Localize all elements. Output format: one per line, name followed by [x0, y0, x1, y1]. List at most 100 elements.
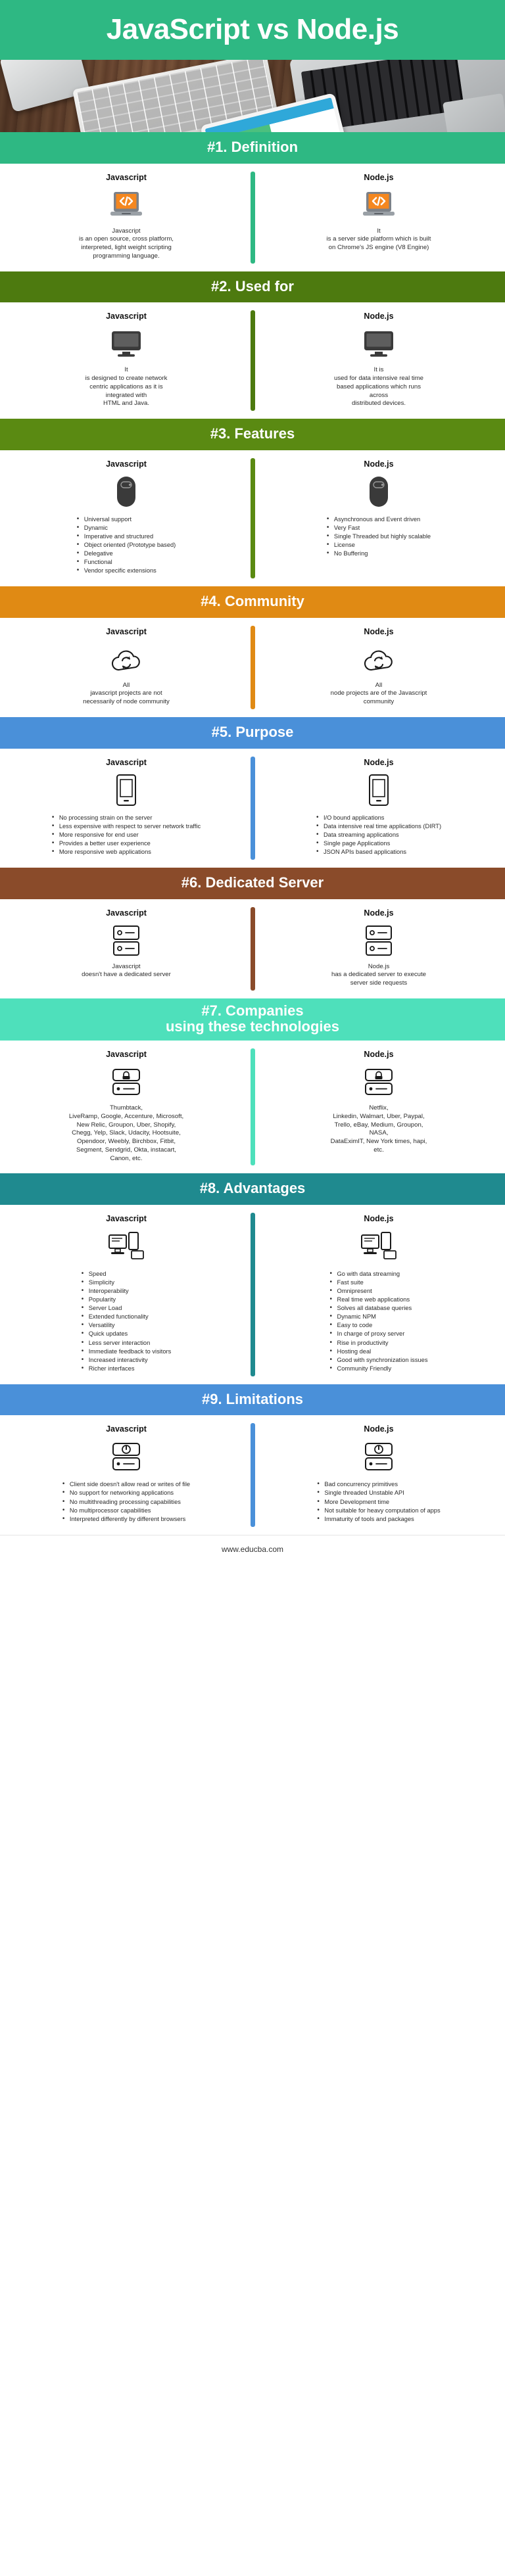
column-heading-js: Javascript [106, 757, 147, 767]
list-item: Real time web applications [330, 1295, 428, 1303]
bullet-list-node-purpose: I/O bound applicationsData intensive rea… [316, 813, 441, 856]
section-band-dedicated-server: #6. Dedicated Server [0, 867, 505, 899]
description-js-used-for: It is designed to create network centric a… [85, 366, 168, 408]
device-icon [369, 774, 389, 806]
list-item: Quick updates [82, 1329, 172, 1338]
desktop-devices-icon-node [267, 1229, 491, 1263]
column-divider [251, 756, 255, 860]
list-item: Asynchronous and Event driven [327, 515, 431, 523]
column-divider [251, 457, 255, 579]
list-item: Immediate feedback to visitors [82, 1347, 172, 1355]
list-item: Easy to code [330, 1321, 428, 1329]
desktop-devices-icon [361, 1231, 397, 1259]
desktop-devices-icon [108, 1231, 144, 1259]
list-item: Single page Applications [316, 839, 441, 847]
list-item: Speed [82, 1269, 172, 1278]
list-item: More responsive for end user [52, 830, 201, 839]
column-node-used-for: Node.js It is used for data intensive rea… [252, 312, 505, 408]
comparison-limitations: Javascript Client side doesn't allow rea… [0, 1415, 505, 1535]
list-item: Functional [77, 557, 176, 566]
list-item: Data streaming applications [316, 830, 441, 839]
list-item: Single threaded Unstable API [317, 1488, 440, 1497]
server-icon-node [267, 924, 491, 958]
server-lock-icon-node [267, 1065, 491, 1099]
description-node-dedicated-server: Node.js has a dedicated server to execute… [331, 962, 426, 987]
section-band-used-for: #2. Used for [0, 271, 505, 303]
device-icon-js [14, 773, 238, 807]
mouse-icon [370, 476, 388, 507]
code-laptop-icon [363, 191, 395, 216]
list-item: No multiprocessor capabilities [62, 1506, 190, 1514]
column-divider [251, 625, 255, 709]
column-node-purpose: Node.js I/O bound applicationsData inten… [252, 758, 505, 857]
column-heading-js: Javascript [106, 1050, 147, 1060]
cloud-sync-icon [111, 650, 140, 670]
list-item: Client side doesn't allow read or writes… [62, 1480, 190, 1488]
column-js-limitations: Javascript Client side doesn't allow rea… [0, 1424, 252, 1524]
column-divider [251, 171, 255, 264]
list-item: Very Fast [327, 523, 431, 532]
bullet-list-node-limitations: Bad concurrency primitivesSingle threade… [317, 1480, 440, 1523]
list-item: Bad concurrency primitives [317, 1480, 440, 1488]
power-server-icon-node [267, 1440, 491, 1474]
column-heading-node: Node.js [364, 626, 394, 636]
section-band-features: #3. Features [0, 419, 505, 450]
column-heading-node: Node.js [364, 312, 394, 321]
section-band-definition: #1. Definition [0, 132, 505, 164]
column-heading-js: Javascript [106, 1424, 147, 1434]
server-icon-js [14, 924, 238, 958]
column-heading-node: Node.js [364, 1050, 394, 1060]
cloud-sync-icon [364, 650, 393, 670]
mouse-icon-js [14, 475, 238, 509]
list-item: Good with synchronization issues [330, 1355, 428, 1364]
list-item: Imperative and structured [77, 532, 176, 540]
list-item: Object oriented (Prototype based) [77, 540, 176, 549]
list-item: Delegative [77, 549, 176, 557]
comparison-definition: Javascript Javascript is an open source, … [0, 163, 505, 271]
device-icon [116, 774, 136, 806]
column-divider [251, 1048, 255, 1166]
comparison-dedicated-server: Javascript Javascript doesn't have a dedi… [0, 899, 505, 998]
footer-url[interactable]: www.educba.com [0, 1534, 505, 1564]
description-node-used-for: It is used for data intensive real time ba… [334, 366, 423, 408]
list-item: Interoperability [82, 1286, 172, 1295]
cloud-sync-icon-js [14, 642, 238, 676]
section-band-companies: #7. Companies using these technologies [0, 998, 505, 1041]
column-js-features: Javascript Universal supportDynamicImper… [0, 459, 252, 576]
list-item: No support for networking applications [62, 1488, 190, 1497]
column-heading-js: Javascript [106, 626, 147, 636]
list-item: JSON APIs based applications [316, 847, 441, 856]
comparison-advantages: Javascript SpeedSimplicityInteroperabili… [0, 1204, 505, 1384]
list-item: Omnipresent [330, 1286, 428, 1295]
list-item: Rise in productivity [330, 1338, 428, 1347]
page-title: JavaScript vs Node.js [0, 0, 505, 60]
description-js-definition: Javascript is an open source, cross platf… [79, 227, 174, 260]
list-item: I/O bound applications [316, 813, 441, 822]
column-heading-node: Node.js [364, 172, 394, 182]
description-js-community: All javascript projects are not necessaril… [83, 681, 170, 706]
column-node-community: Node.js All node projects are of the Java… [252, 627, 505, 707]
column-node-dedicated-server: Node.js Node.js has a dedicated server to… [252, 908, 505, 988]
bullet-list-node-advantages: Go with data streamingFast suiteOmnipres… [330, 1269, 428, 1373]
list-item: In charge of proxy server [330, 1329, 428, 1338]
cloud-sync-icon-node [267, 642, 491, 676]
list-item: Hosting deal [330, 1347, 428, 1355]
list-item: More responsive web applications [52, 847, 201, 856]
list-item: Universal support [77, 515, 176, 523]
list-item: Richer interfaces [82, 1364, 172, 1372]
description-js-companies: Thumbtack, LiveRamp, Google, Accenture, M… [68, 1104, 184, 1162]
column-node-features: Node.js Asynchronous and Event drivenVer… [252, 459, 505, 576]
power-server-icon [112, 1443, 140, 1471]
list-item: Fast suite [330, 1278, 428, 1286]
code-laptop-icon-js [14, 188, 238, 222]
section-band-limitations: #9. Limitations [0, 1384, 505, 1416]
column-heading-js: Javascript [106, 1213, 147, 1223]
list-item: Not suitable for heavy computation of ap… [317, 1506, 440, 1514]
list-item: No processing strain on the server [52, 813, 201, 822]
column-js-advantages: Javascript SpeedSimplicityInteroperabili… [0, 1214, 252, 1374]
list-item: Dynamic [77, 523, 176, 532]
list-item: Increased interactivity [82, 1355, 172, 1364]
column-js-dedicated-server: Javascript Javascript doesn't have a dedi… [0, 908, 252, 988]
list-item: License [327, 540, 431, 549]
code-laptop-icon-node [267, 188, 491, 222]
